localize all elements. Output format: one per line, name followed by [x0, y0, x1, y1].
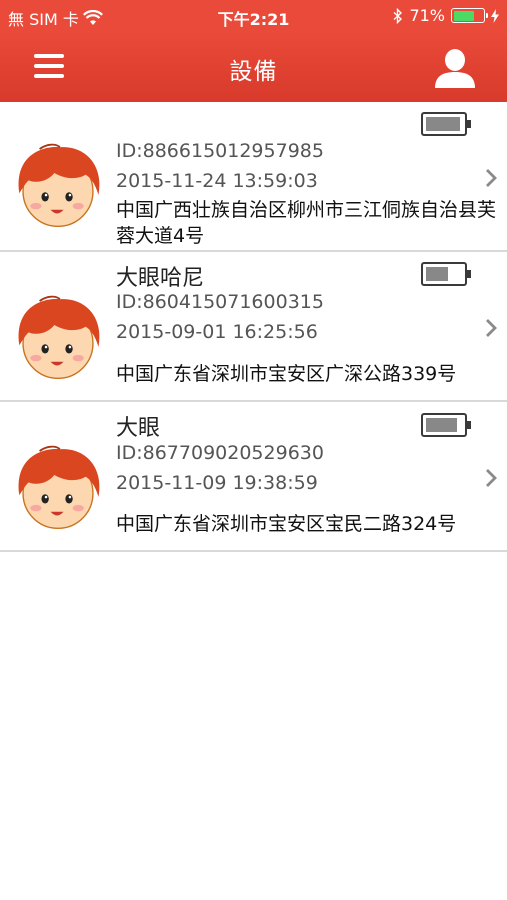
device-id: ID:886615012957985	[116, 140, 324, 162]
app-screen: 無 SIM 卡 下午2:21 71% 設備 ID:886615012957985…	[0, 0, 507, 900]
battery-fill	[426, 117, 461, 131]
device-id: ID:867709020529630	[116, 442, 324, 464]
user-button[interactable]	[433, 46, 477, 90]
avatar	[18, 445, 100, 530]
nav-bar: 設備	[0, 32, 507, 102]
status-bar: 無 SIM 卡 下午2:21 71%	[0, 0, 507, 32]
status-right: 71%	[393, 6, 499, 25]
chevron-right-icon	[486, 319, 497, 337]
battery-fill	[453, 10, 475, 21]
battery-icon	[451, 8, 488, 23]
user-icon	[435, 49, 475, 88]
device-row[interactable]: ID:886615012957985 2015-11-24 13:59:03 中…	[0, 102, 507, 252]
device-time: 2015-11-24 13:59:03	[116, 170, 318, 192]
chevron-right-icon	[486, 169, 497, 187]
avatar	[18, 143, 100, 228]
battery-icon	[421, 112, 471, 136]
battery-icon	[421, 262, 471, 286]
device-list: ID:886615012957985 2015-11-24 13:59:03 中…	[0, 102, 507, 552]
device-row[interactable]: 大眼 ID:867709020529630 2015-11-09 19:38:5…	[0, 402, 507, 552]
page-title: 設備	[229, 59, 278, 85]
charging-bolt-icon	[491, 8, 499, 23]
device-id: ID:860415071600315	[116, 291, 324, 313]
battery-icon	[421, 413, 471, 437]
bluetooth-icon	[393, 7, 403, 24]
device-name: 大眼	[116, 416, 161, 441]
device-address: 中国广东省深圳市宝安区宝民二路324号	[116, 513, 457, 535]
chevron-right-icon	[486, 469, 497, 487]
device-name: 大眼哈尼	[116, 266, 205, 291]
device-address: 中国广东省深圳市宝安区广深公路339号	[116, 363, 457, 385]
battery-percent: 71%	[409, 6, 445, 25]
device-time: 2015-09-01 16:25:56	[116, 321, 318, 343]
battery-fill	[426, 418, 457, 432]
battery-fill	[426, 267, 448, 281]
device-address: 中国广西壮族自治区柳州市三江侗族自治县芙蓉大道4号	[116, 199, 497, 247]
device-row[interactable]: 大眼哈尼 ID:860415071600315 2015-09-01 16:25…	[0, 252, 507, 402]
avatar	[18, 295, 100, 380]
device-time: 2015-11-09 19:38:59	[116, 472, 318, 494]
